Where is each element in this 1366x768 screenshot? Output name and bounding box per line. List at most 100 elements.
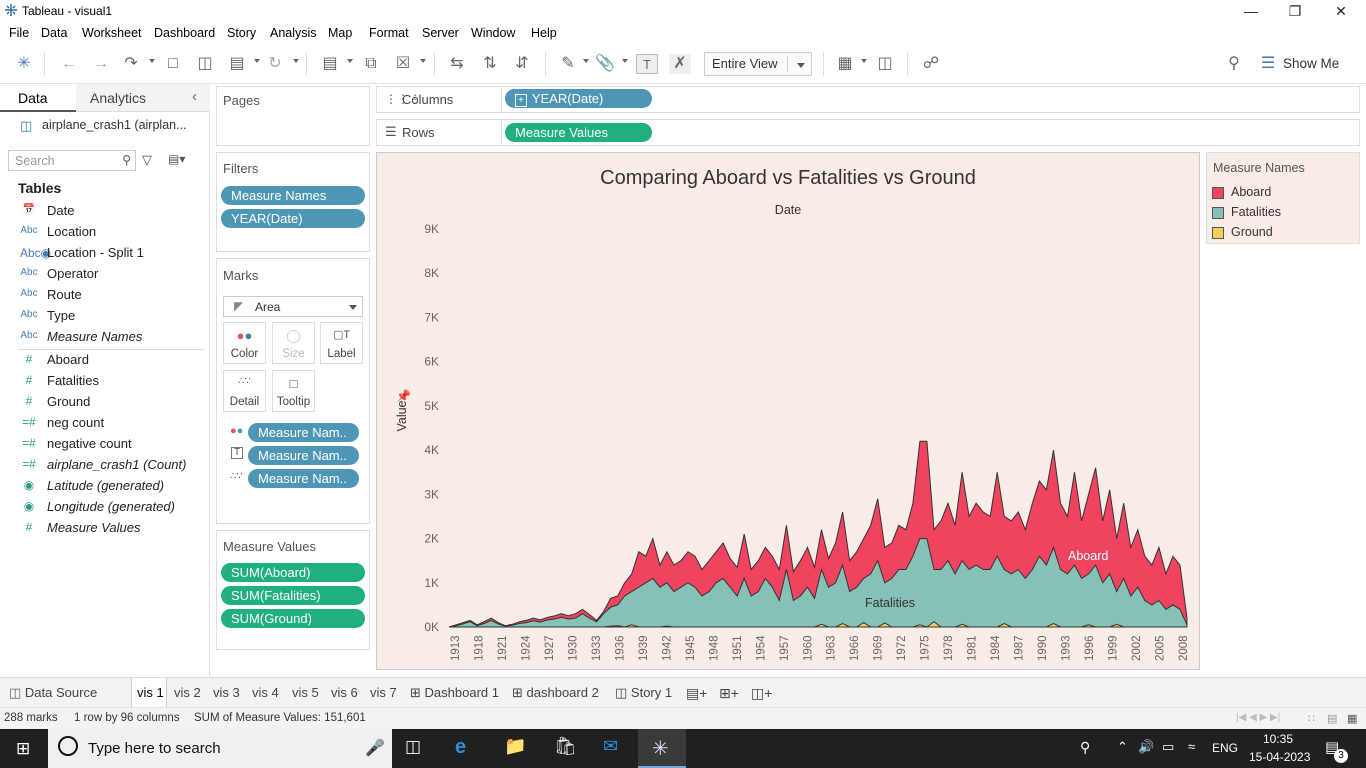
field-route[interactable]: Abc Route: [0, 285, 205, 306]
highlight-icon[interactable]: ✎: [557, 54, 579, 74]
tab-story-1[interactable]: ◫ Story 1: [615, 685, 672, 701]
field-operator[interactable]: Abc Operator: [0, 264, 205, 285]
tab-vis-6[interactable]: vis 6: [331, 685, 358, 700]
language-indicator[interactable]: ENG: [1212, 741, 1238, 755]
pause-updates-icon[interactable]: ▤: [226, 54, 248, 74]
field-count[interactable]: =# airplane_crash1 (Count): [0, 455, 205, 476]
clock-time[interactable]: 10:35: [1263, 732, 1293, 746]
minimize-button[interactable]: —: [1228, 0, 1274, 22]
field-latitude[interactable]: ◉ Latitude (generated): [0, 476, 205, 497]
label-button[interactable]: ▢T Label: [320, 322, 363, 364]
marks-pill-color[interactable]: Measure Nam..: [248, 423, 359, 442]
rows-shelf[interactable]: ☰ Rows Measure Values: [376, 119, 1360, 146]
restore-button[interactable]: ❐: [1272, 0, 1318, 22]
measure-pill-ground[interactable]: SUM(Ground): [221, 609, 365, 628]
marks-pill-label[interactable]: Measure Nam..: [248, 446, 359, 465]
field-ground[interactable]: # Ground: [0, 392, 205, 413]
field-measure-names[interactable]: Abc Measure Names: [0, 327, 205, 348]
show-me-icon[interactable]: ☰: [1259, 54, 1277, 74]
menu-window[interactable]: Window: [471, 26, 515, 40]
new-worksheet-tab-icon[interactable]: ▤+: [686, 685, 707, 702]
tab-data[interactable]: Data: [18, 90, 48, 106]
field-negative-count[interactable]: =# negative count: [0, 434, 205, 455]
tableau-logo-icon[interactable]: ✳: [13, 54, 35, 74]
measure-pill-aboard[interactable]: SUM(Aboard): [221, 563, 365, 582]
detail-button[interactable]: ∴∵ Detail: [223, 370, 266, 412]
sheet-nav-icons[interactable]: |◀ ◀ ▶ ▶|: [1236, 712, 1280, 723]
new-story-tab-icon[interactable]: ◫+: [751, 685, 772, 702]
datasource-name[interactable]: airplane_crash1 (airplan...: [42, 118, 187, 132]
save-icon[interactable]: □: [162, 54, 184, 74]
menu-file[interactable]: File: [9, 26, 29, 40]
sort-descending-icon[interactable]: ⇵: [511, 54, 533, 74]
rows-pill-measure-values[interactable]: Measure Values: [505, 123, 652, 142]
field-location[interactable]: Abc Location: [0, 222, 205, 243]
columns-pill-year-date[interactable]: + YEAR(Date): [505, 89, 652, 108]
tab-vis-3[interactable]: vis 3: [213, 685, 240, 700]
tab-vis-7[interactable]: vis 7: [370, 685, 397, 700]
duplicate-sheet-icon[interactable]: ⧉: [360, 54, 382, 74]
fit-dropdown[interactable]: Entire View: [704, 52, 812, 76]
field-measure-values[interactable]: # Measure Values: [0, 518, 205, 539]
fix-axes-icon[interactable]: ✗: [669, 54, 691, 74]
people-icon[interactable]: ⚲: [1080, 739, 1090, 756]
swap-icon[interactable]: ⇆: [446, 54, 468, 74]
replay-icon[interactable]: ↷: [120, 54, 142, 74]
filter-icon[interactable]: ▽: [142, 152, 152, 168]
field-neg-count[interactable]: =# neg count: [0, 413, 205, 434]
menu-format[interactable]: Format: [369, 26, 409, 40]
tab-analytics[interactable]: Analytics: [90, 90, 146, 106]
mail-icon[interactable]: ✉: [603, 736, 618, 757]
area-chart[interactable]: 9K 8K 7K 6K 5K 4K 3K 2K 1K 0K 1913 1918 1921 1924 192…: [377, 153, 1199, 669]
color-legend[interactable]: Measure Names Aboard Fatalities Ground: [1206, 152, 1360, 244]
measure-pill-fatalities[interactable]: SUM(Fatalities): [221, 586, 365, 605]
filmstrip-icon[interactable]: ▤: [1327, 712, 1337, 725]
tab-vis-1[interactable]: vis 1: [137, 685, 164, 700]
pin-toolbar-icon[interactable]: ⚲: [1223, 54, 1245, 74]
tableau-taskbar-icon[interactable]: ✳: [652, 736, 669, 761]
show-me-label[interactable]: Show Me: [1283, 56, 1339, 71]
search-input[interactable]: Search ⚲: [8, 150, 136, 171]
menu-analysis[interactable]: Analysis: [270, 26, 317, 40]
field-type[interactable]: Abc Type: [0, 306, 205, 327]
tooltip-button[interactable]: □ Tooltip: [272, 370, 315, 412]
refresh-icon[interactable]: ↻: [264, 54, 286, 74]
chevron-up-icon[interactable]: ⌃: [1117, 739, 1128, 755]
field-aboard[interactable]: # Aboard: [0, 350, 205, 371]
view-list-icon[interactable]: ▤▾: [168, 152, 185, 166]
field-longitude[interactable]: ◉ Longitude (generated): [0, 497, 205, 518]
microphone-icon[interactable]: 🎤: [365, 738, 385, 758]
field-date[interactable]: 📅 Date: [0, 201, 205, 222]
tab-vis-4[interactable]: vis 4: [252, 685, 279, 700]
share-icon[interactable]: ☍: [920, 54, 942, 74]
sort-ascending-icon[interactable]: ⇅: [479, 54, 501, 74]
new-datasource-icon[interactable]: ◫: [194, 54, 216, 74]
columns-shelf[interactable]: ⋮⋮⋮ Columns + YEAR(Date): [376, 86, 1360, 113]
tab-dashboard-1[interactable]: ⊞ Dashboard 1: [410, 685, 499, 701]
cards-icon[interactable]: ▦: [834, 54, 856, 74]
new-dashboard-tab-icon[interactable]: ⊞+: [719, 685, 739, 702]
field-location-split[interactable]: Abc◉ Location - Split 1: [0, 243, 205, 264]
filters-shelf[interactable]: Filters Measure Names YEAR(Date): [216, 152, 370, 252]
edge-browser-icon[interactable]: e: [455, 736, 466, 759]
close-window-button[interactable]: ✕: [1318, 0, 1364, 22]
presentation-mode-icon[interactable]: ◫: [874, 54, 896, 74]
menu-server[interactable]: Server: [422, 26, 459, 40]
volume-icon[interactable]: 🔊: [1138, 739, 1154, 755]
tab-vis-2[interactable]: vis 2: [174, 685, 201, 700]
menu-worksheet[interactable]: Worksheet: [82, 26, 142, 40]
group-icon[interactable]: 📎: [594, 54, 616, 74]
new-worksheet-icon[interactable]: ▤: [319, 54, 341, 74]
clear-sheet-icon[interactable]: ☒: [392, 54, 414, 74]
redo-icon[interactable]: →: [90, 54, 112, 74]
taskbar-search[interactable]: Type here to search 🎤: [48, 729, 392, 768]
pages-shelf[interactable]: Pages: [216, 86, 370, 146]
clock-date[interactable]: 15-04-2023: [1249, 750, 1310, 764]
store-icon[interactable]: 🛍: [554, 736, 577, 757]
windows-start-icon[interactable]: ⊞: [16, 739, 30, 759]
filter-pill-measure-names[interactable]: Measure Names: [221, 186, 365, 205]
task-view-icon[interactable]: ◫: [405, 737, 421, 757]
file-explorer-icon[interactable]: 📁: [504, 736, 526, 757]
mark-type-dropdown[interactable]: ◤ Area: [223, 296, 363, 317]
menu-dashboard[interactable]: Dashboard: [154, 26, 215, 40]
